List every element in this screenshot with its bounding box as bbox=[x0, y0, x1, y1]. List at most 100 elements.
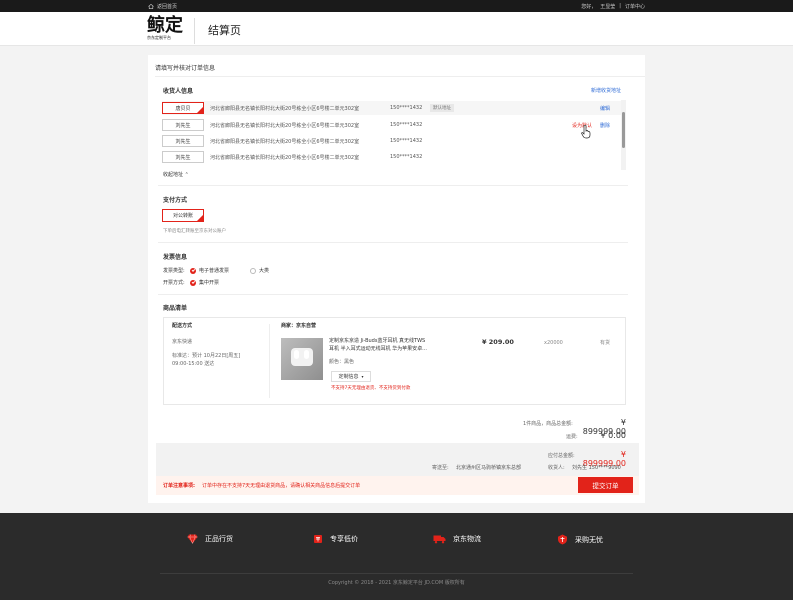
feature-low-price: 专享低价 bbox=[313, 534, 358, 544]
top-bar: 返回首页 您好， 王显莹 | 订单中心 bbox=[0, 0, 793, 12]
payable-bar bbox=[156, 443, 639, 476]
receiver-name-button[interactable]: 刘先生 bbox=[162, 151, 204, 163]
payment-hint: 下单后电汇转账至京东对公账户 bbox=[163, 229, 226, 234]
receiver-summary-value: 刘先生 150****9090 bbox=[572, 465, 621, 471]
footer: 正品行货 专享低价 京东物流 采购无忧 Copyright © 2018 - 2… bbox=[0, 513, 793, 600]
logo-text: 鲸定 bbox=[147, 15, 183, 36]
add-address-link[interactable]: 新增收货地址 bbox=[591, 87, 621, 94]
divider bbox=[155, 76, 645, 77]
default-address-badge: 默认地址 bbox=[430, 104, 454, 112]
page-title: 结算页 bbox=[208, 24, 241, 37]
shipping-carrier: 京东快递 bbox=[172, 339, 193, 345]
shop-label: 商家： bbox=[281, 323, 297, 329]
radio-unchecked-icon bbox=[250, 267, 256, 274]
alert-label: 订单注意事项: bbox=[163, 483, 196, 489]
invoice-mode-option[interactable]: 集中开票 bbox=[190, 279, 219, 286]
greeting-text: 您好， bbox=[581, 4, 597, 10]
selected-corner-icon bbox=[197, 215, 203, 221]
feature-label: 正品行货 bbox=[205, 535, 233, 543]
shop-info: 商家：京东自营 bbox=[281, 322, 316, 330]
address-text: 河北省廊阳县无名镇长阳村北大街20号栋全小区6号楼二单元302室 bbox=[210, 106, 360, 112]
feature-label: 专享低价 bbox=[330, 535, 358, 543]
header-divider bbox=[194, 18, 195, 44]
shipping-title: 配送方式 bbox=[172, 323, 193, 329]
phone-text: 150****1432 bbox=[390, 122, 423, 128]
product-image[interactable] bbox=[281, 338, 323, 380]
invoice-type-alt-option[interactable]: 大类 bbox=[250, 267, 269, 274]
shipping-time: 09:00-15:00 送达 bbox=[172, 361, 215, 367]
alert-text: 订单中存在不支持7天无理由退货商品，请确认相关商品信息后提交订单 bbox=[202, 483, 361, 489]
phone-text: 150****1432 bbox=[390, 154, 423, 160]
phone-text: 150****1432 bbox=[390, 138, 423, 144]
address-row[interactable]: 唐贝贝 河北省廊阳县无名镇长阳村北大街20号栋全小区6号楼二单元302室 150… bbox=[162, 101, 622, 115]
custom-info-dropdown[interactable]: 定制信息 ▾ bbox=[331, 371, 371, 382]
stock-status: 有货 bbox=[600, 340, 611, 346]
freight-label: 运费: bbox=[566, 434, 578, 440]
ship-to-address: 北京通州区马驹桥镇京东总部 bbox=[456, 465, 522, 471]
receiver-name-button[interactable]: 唐贝贝 bbox=[162, 102, 204, 114]
price-tag-icon bbox=[314, 535, 322, 543]
goods-total-label: 1件商品，商品总金额: bbox=[523, 421, 573, 427]
home-link[interactable]: 返回首页 bbox=[148, 3, 177, 10]
product-title-line1[interactable]: 定制京东京造 Ji-Buds蓝牙耳机 真无线TWS bbox=[329, 337, 425, 345]
invoice-mode-label: 开票方式: bbox=[163, 280, 185, 286]
ship-to-label: 寄送至: bbox=[432, 465, 449, 471]
username-link[interactable]: 王显莹 bbox=[600, 3, 615, 10]
receiver-name: 刘先生 bbox=[175, 154, 191, 161]
feature-label: 京东物流 bbox=[453, 535, 481, 543]
collapse-address-toggle[interactable]: 收起地址 ⌃ bbox=[163, 171, 189, 178]
receiver-summary-label: 收货人: bbox=[548, 465, 565, 471]
divider bbox=[158, 185, 628, 186]
invoice-type-alt-label: 大类 bbox=[259, 268, 270, 274]
goods-panel bbox=[163, 317, 626, 405]
radio-checked-icon bbox=[190, 279, 196, 286]
home-link-label: 返回首页 bbox=[157, 4, 178, 10]
submit-order-button[interactable]: 提交订单 bbox=[578, 477, 633, 493]
feature-logistics: 京东物流 bbox=[433, 534, 481, 544]
product-price: ¥ 209.00 bbox=[482, 338, 514, 346]
product-title-line2[interactable]: 耳机 半入耳式运动无线耳机 华为苹果安卓... bbox=[329, 345, 427, 353]
goods-title: 商品清单 bbox=[163, 305, 188, 312]
header: 鲸定 京东定制平台 结算页 bbox=[0, 12, 793, 46]
address-row[interactable]: 刘先生 河北省廊阳县无名镇长阳村北大街20号栋全小区6号楼二单元302室 150… bbox=[162, 118, 622, 132]
selected-corner-icon bbox=[197, 107, 203, 113]
invoice-type-value: 电子普通发票 bbox=[199, 268, 230, 274]
address-row[interactable]: 刘先生 河北省廊阳县无名镇长阳村北大街20号栋全小区6号楼二单元302室 150… bbox=[162, 150, 622, 164]
footer-divider bbox=[160, 573, 633, 574]
receiver-title: 收货人信息 bbox=[163, 88, 194, 95]
delete-address-link[interactable]: 删除 bbox=[600, 122, 610, 129]
earbud-icon bbox=[304, 350, 309, 359]
receiver-name: 唐贝贝 bbox=[175, 105, 191, 112]
address-row[interactable]: 刘先生 河北省廊阳县无名镇长阳村北大街20号栋全小区6号楼二单元302室 150… bbox=[162, 134, 622, 148]
earbud-icon bbox=[294, 350, 299, 359]
home-icon bbox=[148, 3, 154, 9]
address-text: 河北省廊阳县无名镇长阳村北大街20号栋全小区6号楼二单元302室 bbox=[210, 139, 360, 145]
address-scrollbar[interactable] bbox=[621, 100, 626, 170]
diamond-icon bbox=[187, 534, 198, 544]
feature-genuine: 正品行货 bbox=[187, 534, 233, 544]
invoice-type-label: 发票类型: bbox=[163, 268, 185, 274]
payable-label: 应付总金额: bbox=[548, 453, 575, 459]
payment-method-label: 对公转账 bbox=[172, 213, 193, 219]
payment-method-button[interactable]: 对公转账 bbox=[162, 209, 204, 222]
logo[interactable]: 鲸定 京东定制平台 bbox=[147, 17, 185, 42]
receiver-name: 刘先生 bbox=[175, 138, 191, 145]
chevron-up-icon: ⌃ bbox=[184, 172, 189, 178]
edit-address-link[interactable]: 编辑 bbox=[600, 105, 610, 112]
order-center-link[interactable]: 订单中心 bbox=[625, 3, 645, 10]
divider bbox=[158, 294, 628, 295]
shield-badge-icon bbox=[558, 534, 567, 545]
truck-icon bbox=[433, 535, 446, 544]
custom-info-label: 定制信息 bbox=[338, 374, 359, 380]
radio-checked-icon bbox=[190, 267, 196, 274]
invoice-type-electronic-option[interactable]: 电子普通发票 bbox=[190, 267, 229, 274]
goods-divider bbox=[269, 324, 270, 398]
scrollbar-thumb[interactable] bbox=[622, 112, 625, 148]
collapse-address-label: 收起地址 bbox=[163, 172, 184, 178]
invoice-title: 发票信息 bbox=[163, 254, 188, 261]
topbar-separator: | bbox=[619, 3, 621, 9]
feature-worry-free: 采购无忧 bbox=[557, 534, 603, 545]
receiver-name-button[interactable]: 刘先生 bbox=[162, 119, 204, 131]
receiver-name-button[interactable]: 刘先生 bbox=[162, 135, 204, 147]
divider bbox=[158, 242, 628, 243]
